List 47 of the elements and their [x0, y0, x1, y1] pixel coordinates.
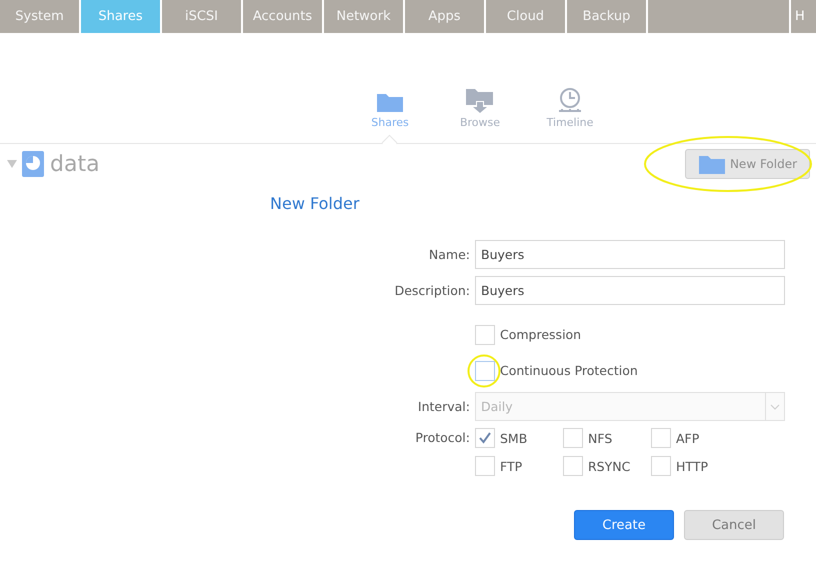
checkbox[interactable] [563, 428, 583, 448]
cancel-button[interactable]: Cancel [684, 510, 784, 540]
option-label: HTTP [676, 458, 708, 474]
check-icon [478, 431, 492, 445]
new-folder-button[interactable]: New Folder [685, 149, 810, 179]
checkbox[interactable] [475, 428, 495, 448]
field-label: Interval: [418, 399, 470, 414]
option-label: SMB [500, 430, 528, 446]
sub-tab[interactable]: Browse [450, 85, 510, 143]
sub-tab[interactable]: Timeline [540, 85, 600, 143]
nav-tab[interactable]: iSCSI [162, 0, 241, 33]
nav-tab[interactable]: System [0, 0, 79, 33]
field-label: Description: [394, 283, 470, 298]
checkbox[interactable] [475, 456, 495, 476]
nav-tab[interactable]: Backup [567, 0, 646, 33]
option-label: RSYNC [588, 458, 630, 474]
nav-tab[interactable]: Shares [81, 0, 160, 33]
folder-icon [698, 153, 726, 175]
option-label: NFS [588, 430, 612, 446]
checkbox[interactable] [475, 324, 495, 344]
clock-icon [556, 87, 584, 113]
checkbox[interactable] [651, 456, 671, 476]
nav-tab[interactable]: Cloud [486, 0, 565, 33]
field-label: Name: [428, 247, 470, 262]
nav-tab[interactable]: Apps [405, 0, 484, 33]
nav-tab[interactable] [648, 0, 789, 33]
nav-tab[interactable]: H [791, 0, 816, 33]
nav-tab[interactable]: Accounts [243, 0, 322, 33]
chevron-down-icon [770, 404, 780, 410]
text-field[interactable]: Buyers [475, 276, 785, 305]
checkbox[interactable] [563, 456, 583, 476]
volume-name: data [50, 152, 100, 176]
folder-download-icon [465, 87, 495, 113]
expand-triangle-icon[interactable] [6, 159, 18, 169]
option-label: FTP [500, 458, 522, 474]
form-title: New Folder [270, 194, 360, 213]
sub-tab[interactable]: Shares [360, 85, 420, 143]
option-label: AFP [676, 430, 700, 446]
checkbox[interactable] [651, 428, 671, 448]
folder-icon [376, 91, 404, 113]
field-label: Protocol: [415, 430, 470, 445]
create-button[interactable]: Create [574, 510, 674, 540]
option-label: Compression [500, 327, 582, 342]
checkbox[interactable] [475, 360, 495, 380]
nav-tab[interactable]: Network [324, 0, 403, 33]
text-field[interactable]: Buyers [475, 240, 785, 269]
option-label: Continuous Protection [500, 363, 638, 378]
